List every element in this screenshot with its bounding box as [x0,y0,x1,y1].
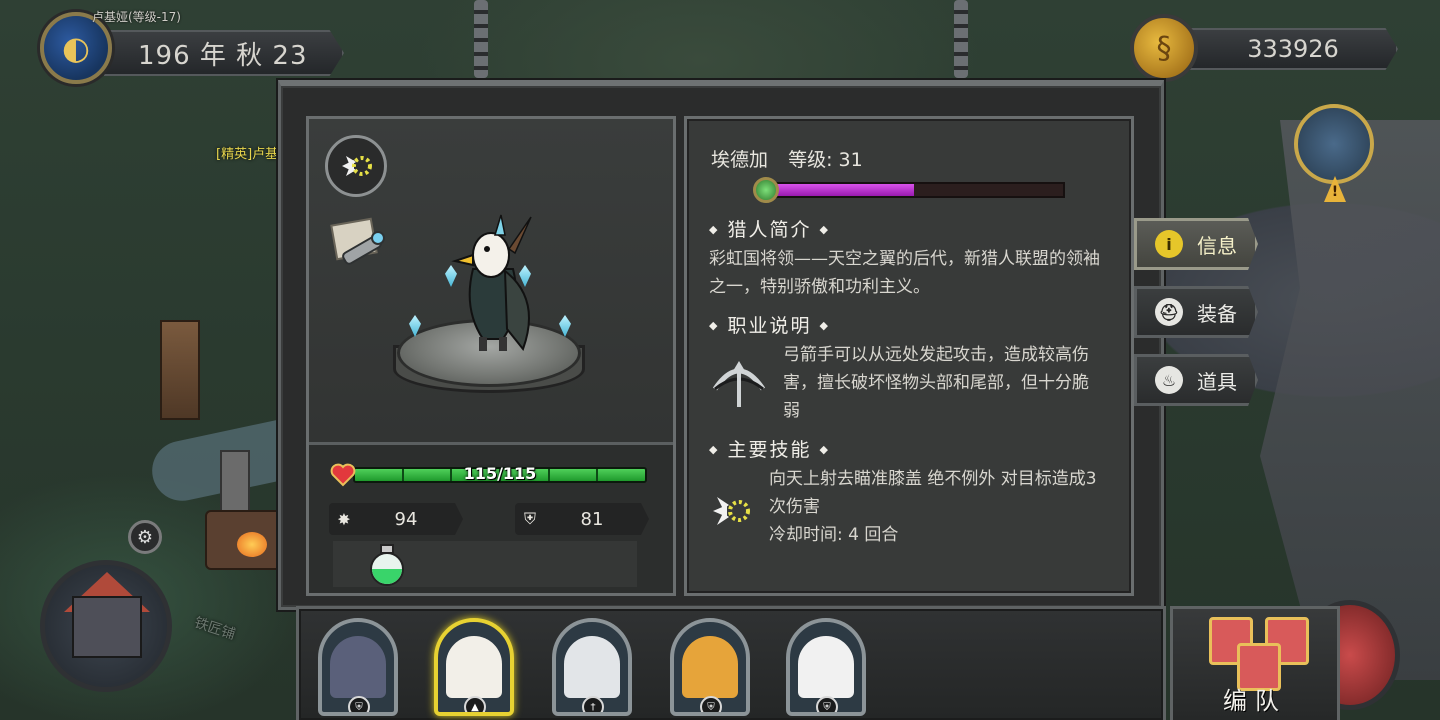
date-display: 196 年 秋 23 ◐ 卢基娅(等级-17) [40,8,344,84]
archer-class-badge-icon[interactable] [325,135,387,197]
telescope-map-icon[interactable] [327,215,391,271]
leopard-portrait [682,636,738,698]
eagle-portrait [446,636,502,698]
party-slot-leopard[interactable]: ⛨ [670,618,750,716]
hero-title: 埃德加 等级: 31 [711,145,863,172]
tab-items[interactable]: ♨ 道具 [1134,354,1258,406]
pirate-portrait [330,636,386,698]
xp-bar [753,177,1073,203]
hp-bar: 115/115 [329,463,649,487]
sword-icon: † [582,696,604,712]
shield-icon: ⛨ [348,696,370,712]
gold-coin-icon[interactable]: § [1130,14,1198,82]
heart-icon [329,461,357,489]
archer-icon: ▲ [464,696,486,712]
helmet-icon: ⛑ [1155,298,1183,326]
level-up-icon [753,177,779,203]
hp-value: 115/115 [463,464,537,483]
cooldown-text: 冷却时间: 4 回合 [769,525,899,545]
party-slot-eagle[interactable]: ▲ [434,618,514,716]
stats-area: 115/115 ✸ 94 ⛨ 81 [309,445,673,593]
potion-slot[interactable] [333,541,637,587]
watch-tower[interactable] [160,320,200,420]
chain-right [954,0,968,78]
bear-portrait [564,636,620,698]
tab-info[interactable]: i 信息 [1134,218,1258,270]
tab-items-label: 道具 [1197,369,1237,394]
hero-level: 等级: 31 [788,149,863,171]
shield-icon: ⛨ [700,696,722,712]
skill-icon[interactable] [709,489,759,535]
gold-display: 333926 § [1130,12,1400,82]
team-formation-button[interactable]: 编队 [1170,606,1340,720]
boss-avatar[interactable] [1294,104,1374,184]
defense-value: 81 [580,508,604,530]
house-icon [72,596,142,658]
party-slot-pirate[interactable]: ⛨ [318,618,398,716]
party-slot-bear[interactable]: † [552,618,632,716]
date-caption: 卢基娅(等级-17) [92,10,181,24]
job-text: 弓箭手可以从远处发起攻击，造成较高伤害，擅长破坏怪物头部和尾部，但十分脆弱 [783,345,1089,421]
job-heading: 职业说明 [709,311,838,338]
tab-equipment-label: 装备 [1197,301,1237,326]
xp-track [775,182,1065,198]
hero-eagle-figure[interactable] [443,209,543,359]
intro-text: 彩虹国将领——天空之翼的后代，新猎人联盟的领袖之一，特别骄傲和功利主义。 [709,249,1100,297]
tab-equipment[interactable]: ⛑ 装备 [1134,286,1258,338]
shield-icon: ⛨ [523,509,536,528]
gear-icon[interactable]: ⚙ [128,520,162,554]
skill-text: 向天上射去瞄准膝盖 绝不例外 对目标造成3次伤害 [769,469,1097,517]
hero-info-panel: 埃德加 等级: 31 猎人简介 彩虹国将领——天空之翼的后代，新猎人联盟的领袖之… [684,116,1134,596]
potion-icon[interactable] [367,543,407,587]
hero-name: 埃德加 [711,149,769,171]
xp-fill [777,184,915,196]
gold-amount: 333926 [1190,28,1398,70]
info-icon: i [1155,230,1183,258]
shield-icon: ⛨ [816,696,838,712]
portrait-area [309,119,673,445]
attack-stat: ✸ 94 [329,503,463,535]
chain-left [474,0,488,78]
attack-value: 94 [394,508,418,530]
tab-info-label: 信息 [1197,233,1237,258]
defense-stat: ⛨ 81 [515,503,649,535]
party-slot-sheep[interactable]: ⛨ [786,618,866,716]
date-text: 196 年 秋 23 [104,30,344,76]
team-formation-label: 编队 [1223,687,1287,715]
hero-portrait-panel: 115/115 ✸ 94 ⛨ 81 [306,116,676,596]
bow-class-icon [709,359,769,413]
skill-heading: 主要技能 [709,435,838,462]
intro-heading: 猎人简介 [709,215,838,242]
attack-icon: ✸ [337,509,351,529]
pouch-icon: ♨ [1155,366,1183,394]
sheep-portrait [798,636,854,698]
